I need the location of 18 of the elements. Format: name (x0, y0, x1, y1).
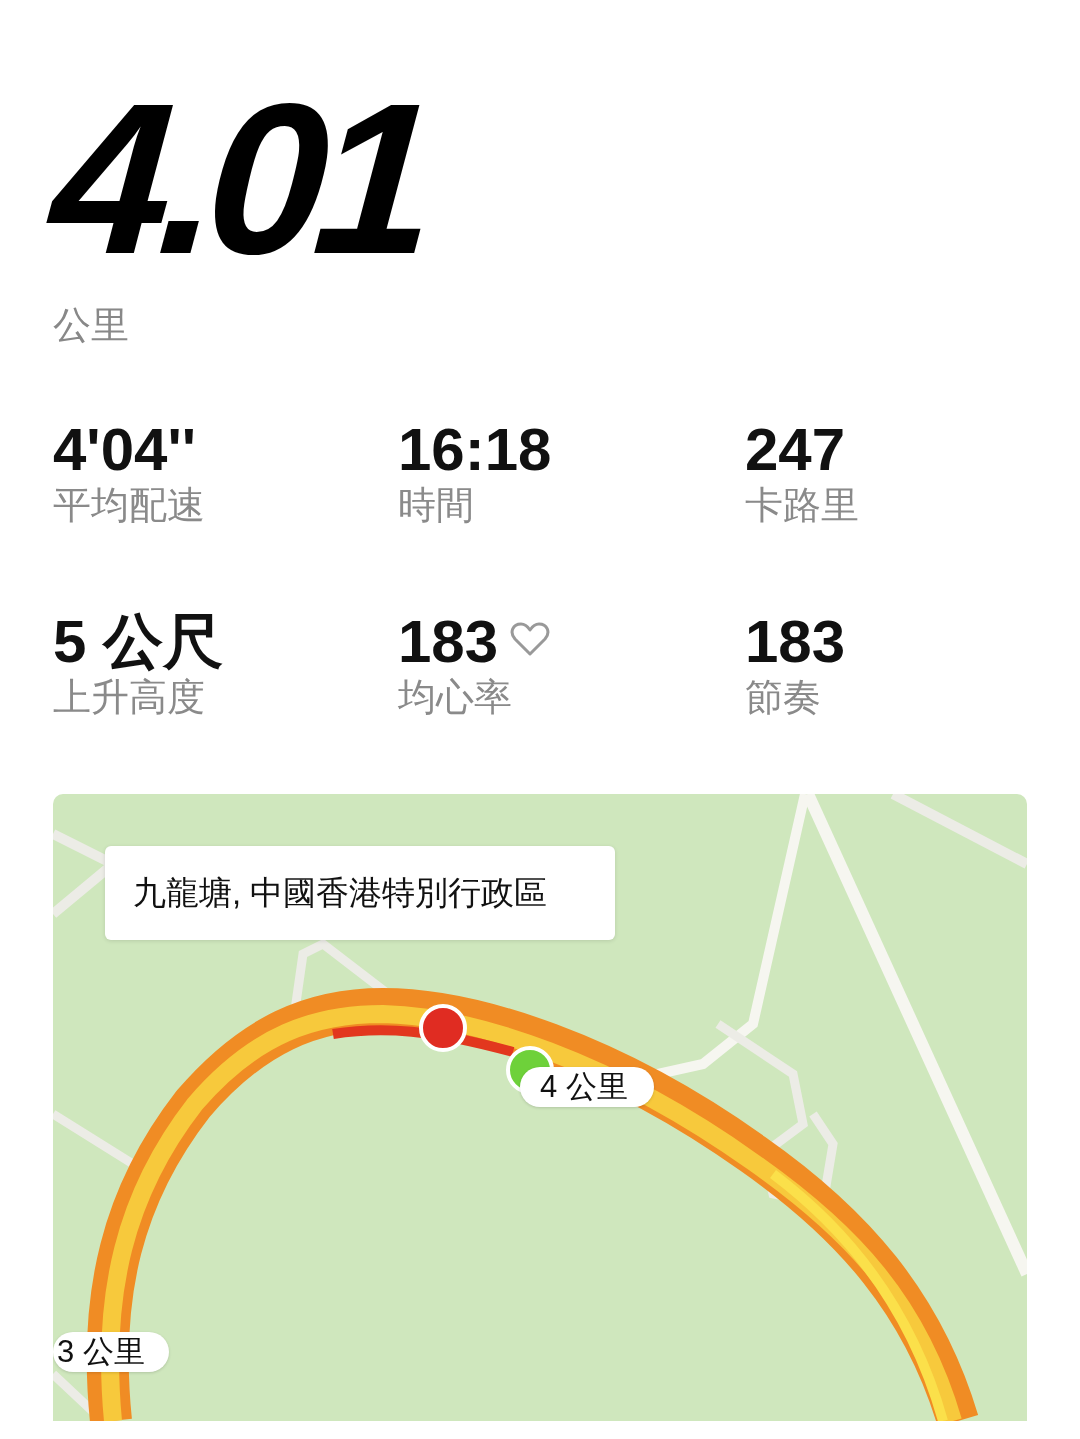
stat-label: 卡路里 (745, 483, 860, 528)
heart-icon (510, 621, 551, 657)
stat-label: 時間 (398, 483, 475, 528)
stat-value: 247 (745, 418, 846, 482)
stat-label: 節奏 (745, 675, 822, 720)
distance-unit: 公里 (53, 303, 130, 348)
stat-value: 183 (745, 610, 846, 674)
location-label: 九龍塘, 中國香港特別行政區 (105, 846, 615, 940)
stat-label: 上升高度 (53, 675, 206, 720)
stat-value: 183 (398, 610, 499, 674)
distance-marker: 4 公里 (520, 1067, 654, 1107)
stat-value: 16:18 (398, 418, 552, 482)
stat-value: 5 公尺 (53, 610, 224, 674)
distance-value: 4.01 (45, 71, 431, 286)
stat-label: 平均配速 (53, 483, 206, 528)
stat-value: 4'04'' (53, 418, 196, 482)
stat-label: 均心率 (398, 675, 513, 720)
distance-marker: 3 公里 (53, 1332, 169, 1372)
